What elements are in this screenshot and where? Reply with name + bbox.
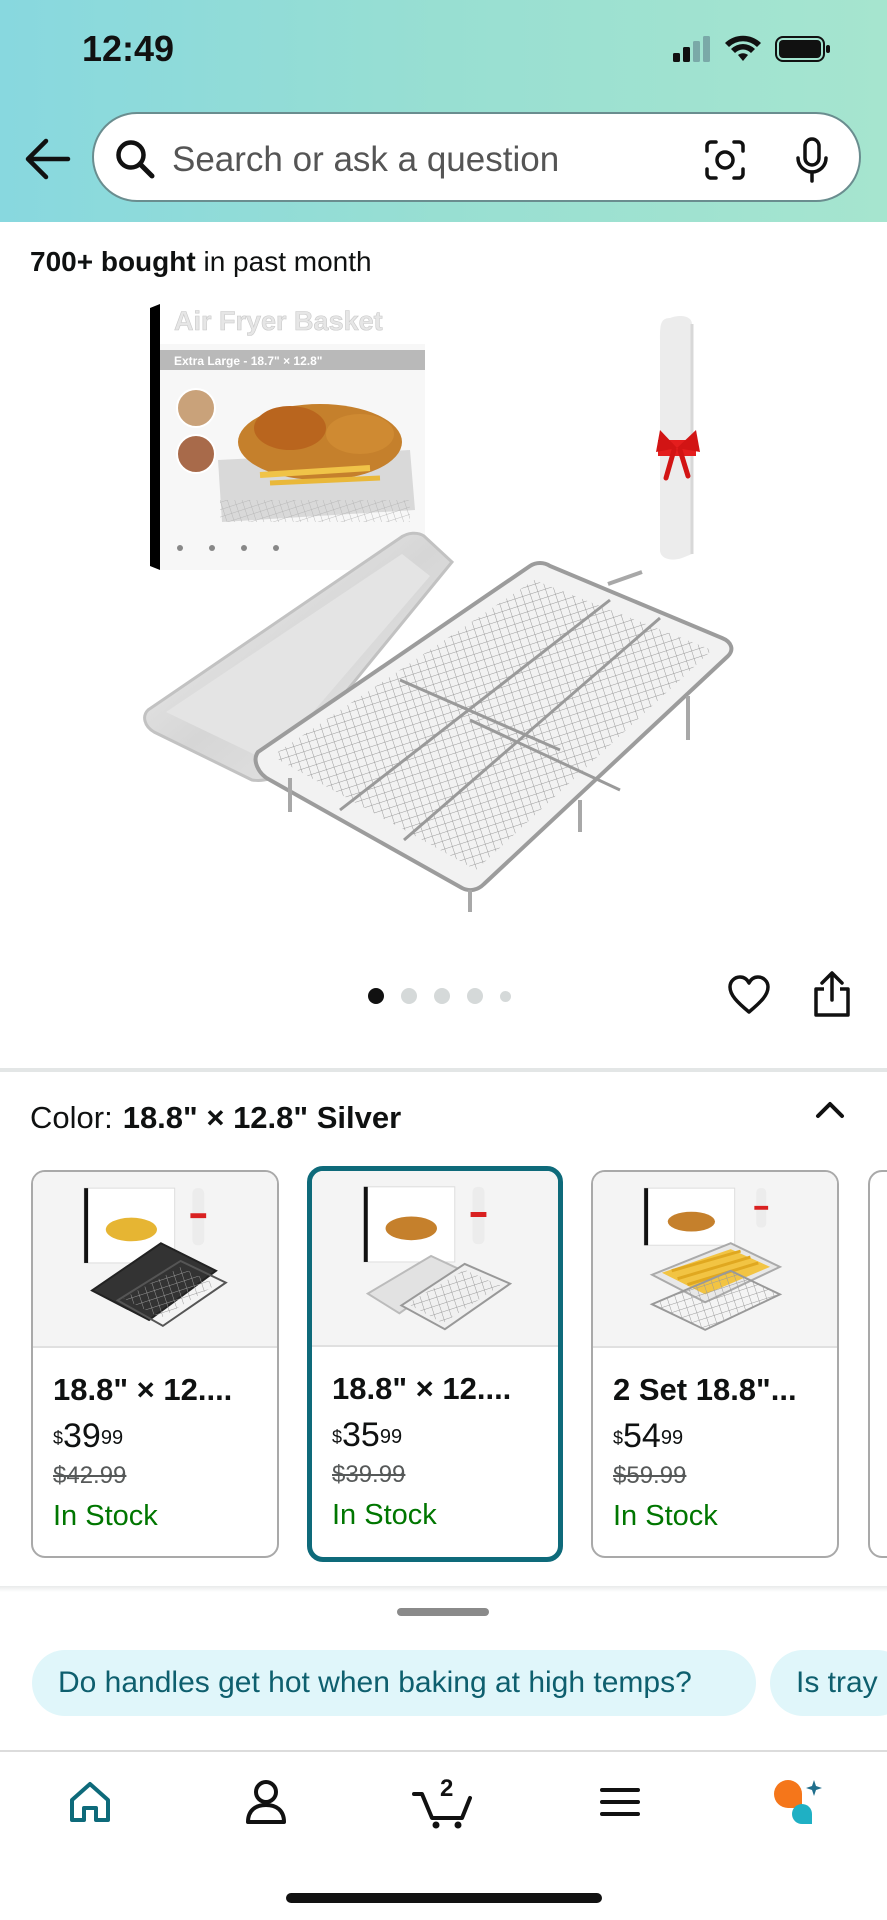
variant-card-selected[interactable]: 18.8" × 12.... $3599 $39.99 In Stock — [307, 1166, 563, 1562]
bought-count: 700+ bought — [30, 246, 196, 277]
cart-count: 2 — [440, 1775, 453, 1802]
variant-price: $3999 — [53, 1418, 267, 1454]
question-chip[interactable]: Is tray — [770, 1650, 887, 1716]
variant-info: 18.8" × 12.... $3599 $39.99 In Stock — [332, 1371, 548, 1532]
microphone-icon[interactable] — [794, 136, 830, 184]
variant-list-price: $59.99 — [613, 1462, 687, 1489]
section-divider — [0, 1068, 887, 1072]
carousel-dot-1[interactable] — [368, 988, 384, 1004]
variant-info: 18.8" × 12.... $3999 $42.99 In Stock — [53, 1372, 267, 1533]
bought-in-past-month: 700+ bought in past month — [30, 246, 372, 278]
bottom-nav-divider — [0, 1750, 887, 1752]
parchment-roll-image — [656, 316, 700, 560]
variant-stock-status: In Stock — [613, 1500, 718, 1532]
status-time: 12:49 — [82, 28, 175, 69]
cart-icon[interactable]: 2 — [412, 1774, 480, 1830]
search-icon — [116, 140, 155, 179]
price-currency: $ — [613, 1428, 624, 1448]
box-subtitle: Extra Large - 18.7" × 12.8" — [174, 354, 322, 368]
menu-icon[interactable] — [590, 1774, 650, 1830]
price-whole: 39 — [63, 1417, 101, 1455]
variant-card-partial[interactable] — [868, 1170, 887, 1558]
color-selection-label: Color: 18.8" × 12.8" Silver — [30, 1100, 401, 1136]
price-cents: 99 — [660, 1427, 684, 1449]
variant-title: 2 Set 18.8"... — [613, 1372, 797, 1407]
home-icon[interactable] — [60, 1774, 120, 1830]
cellular-signal-icon — [673, 36, 710, 62]
rufus-icon[interactable] — [770, 1774, 830, 1830]
price-cents: 99 — [379, 1426, 403, 1448]
carousel-dot-3[interactable] — [434, 988, 450, 1004]
back-arrow-icon[interactable] — [22, 136, 72, 182]
account-icon[interactable] — [236, 1774, 296, 1830]
price-currency: $ — [332, 1427, 343, 1447]
variant-thumbnail — [312, 1171, 558, 1347]
battery-icon — [775, 36, 830, 62]
variant-list-price: $42.99 — [53, 1462, 127, 1489]
color-value: 18.8" × 12.8" Silver — [122, 1100, 402, 1135]
chevron-up-icon[interactable] — [812, 1096, 848, 1124]
camera-lens-icon[interactable] — [704, 139, 746, 181]
carousel-dot-4[interactable] — [467, 988, 483, 1004]
home-indicator — [286, 1893, 602, 1903]
header: 12:49 Search or ask a question — [0, 0, 887, 222]
variant-stock-status: In Stock — [53, 1500, 158, 1532]
heart-icon[interactable] — [727, 974, 771, 1016]
variant-title: 18.8" × 12.... — [332, 1371, 512, 1406]
search-input[interactable]: Search or ask a question — [92, 112, 861, 202]
price-currency: $ — [53, 1428, 64, 1448]
variant-thumbnail — [33, 1172, 277, 1348]
carousel-dot-5[interactable] — [500, 990, 511, 1002]
variant-list-price: $39.99 — [332, 1461, 406, 1488]
price-cents: 99 — [100, 1427, 124, 1449]
variant-thumbnail — [593, 1172, 837, 1348]
wifi-icon — [725, 35, 761, 61]
variant-title: 18.8" × 12.... — [53, 1372, 233, 1407]
product-box-image: Air Fryer Basket Extra Large - 18.7" × 1… — [150, 304, 425, 570]
variant-price: $5499 — [613, 1418, 827, 1454]
color-label: Color: — [30, 1100, 113, 1135]
share-icon[interactable] — [812, 970, 852, 1018]
variant-card[interactable]: 2 Set 18.8"... $5499 $59.99 In Stock — [591, 1170, 839, 1558]
variant-info: 2 Set 18.8"... $5499 $59.99 In Stock — [613, 1372, 827, 1533]
price-whole: 54 — [623, 1417, 661, 1455]
variant-card[interactable]: 18.8" × 12.... $3999 $42.99 In Stock — [31, 1170, 279, 1558]
price-whole: 35 — [342, 1416, 380, 1454]
carousel-dot-2[interactable] — [401, 988, 417, 1004]
bottom-sheet-edge — [0, 1586, 887, 1592]
sheet-drag-handle[interactable] — [397, 1608, 489, 1616]
image-carousel-dots[interactable] — [368, 988, 511, 1004]
box-title: Air Fryer Basket — [174, 306, 383, 336]
bought-suffix: in past month — [195, 246, 372, 277]
variant-price: $3599 — [332, 1417, 548, 1453]
status-icons — [673, 34, 831, 64]
product-image[interactable]: Air Fryer Basket Extra Large - 18.7" × 1… — [140, 300, 750, 920]
question-chip[interactable]: Do handles get hot when baking at high t… — [32, 1650, 756, 1716]
variant-stock-status: In Stock — [332, 1499, 437, 1531]
search-placeholder: Search or ask a question — [172, 140, 560, 179]
